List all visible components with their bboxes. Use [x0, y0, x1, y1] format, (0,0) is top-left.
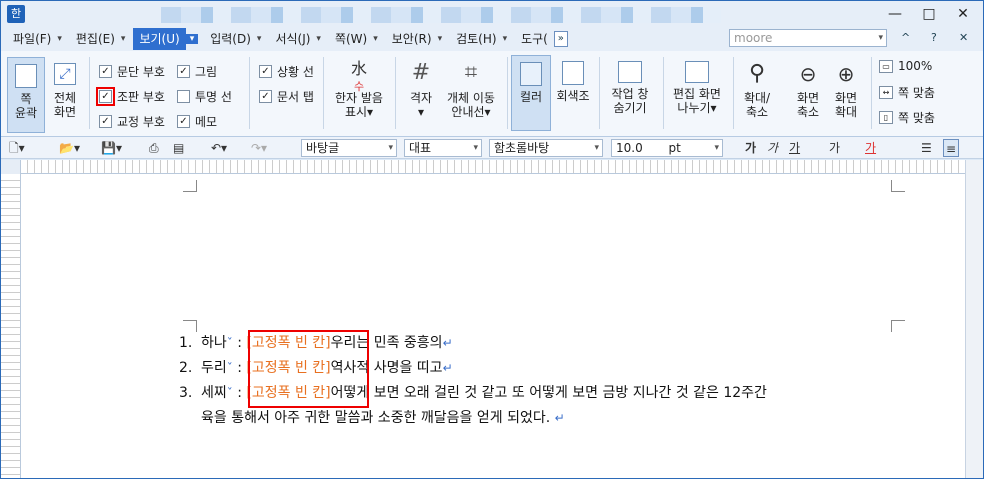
- zoom-out-button[interactable]: ⊖ 화면 축소: [789, 61, 827, 119]
- checkbox-paragraph-marks[interactable]: ✓: [99, 65, 112, 78]
- italic-button[interactable]: 가: [767, 139, 778, 157]
- fit-width-button[interactable]: ↔ 쪽 맞춤: [879, 84, 935, 101]
- color-mode-button[interactable]: 컬러: [511, 55, 551, 131]
- language-select[interactable]: 대표 ▾: [404, 139, 482, 157]
- hide-task-pane-button[interactable]: 작업 창 숨기기: [603, 61, 657, 115]
- menu-tools[interactable]: 도구(: [515, 28, 554, 50]
- check-doc-tab[interactable]: ✓ 문서 탭: [259, 88, 314, 105]
- margin-corner-tl: [183, 180, 197, 192]
- redo-icon[interactable]: ↷▾: [251, 139, 267, 157]
- menu-page[interactable]: 쪽(W): [329, 28, 373, 50]
- blurred-title: [161, 7, 721, 23]
- color-icon: [520, 62, 542, 86]
- align-justify-icon[interactable]: ☰: [921, 139, 932, 157]
- hwp-window: 한 — □ ✕ 파일(F) ▾ 편집(E) ▾ 보기(U) ▾ 입력(D) ▾ 서식(J…: [0, 0, 984, 479]
- checkbox-doc-tab[interactable]: ✓: [259, 90, 272, 103]
- print-icon[interactable]: ⎙: [149, 139, 159, 157]
- grid-button[interactable]: # 격자 ▾: [401, 60, 441, 120]
- menu-edit[interactable]: 편집(E): [70, 28, 121, 50]
- object-guide-icon: ⌗: [464, 60, 478, 85]
- app-icon[interactable]: 한: [7, 5, 25, 23]
- page-outline-icon: [15, 64, 37, 88]
- menu-security[interactable]: 보안(R): [386, 28, 438, 50]
- save-icon[interactable]: 💾▾: [101, 139, 122, 157]
- new-doc-icon[interactable]: 🗋▾: [9, 139, 25, 157]
- title-bar: 한 — □ ✕: [1, 1, 983, 27]
- close-button[interactable]: ✕: [947, 1, 979, 27]
- font-color-button[interactable]: 가: [865, 139, 876, 157]
- font-size-select[interactable]: 10.0 pt ▾: [611, 139, 723, 157]
- help-icon[interactable]: ?: [931, 31, 937, 44]
- vertical-ruler: [1, 174, 21, 478]
- check-status-line[interactable]: ✓ 상황 선: [259, 63, 314, 80]
- checkbox-status-line[interactable]: ✓: [259, 65, 272, 78]
- zoom-out-icon: ⊖: [799, 62, 817, 86]
- grayscale-icon: [562, 61, 584, 85]
- menu-overflow-button[interactable]: »: [553, 31, 568, 47]
- check-transparent-line[interactable]: 투명 선: [177, 88, 232, 105]
- full-screen-button[interactable]: ⤢ 전체 화면: [49, 63, 81, 119]
- document-area[interactable]: 1. 하나ˇ : [고정폭 빈 칸]우리는 민족 중흥의↵ 2. 두리ˇ : [고정…: [21, 174, 965, 478]
- full-screen-icon: ⤢: [54, 63, 76, 85]
- checkbox-transparent-line[interactable]: [177, 90, 190, 103]
- menu-format[interactable]: 서식(J): [269, 28, 316, 50]
- minimize-button[interactable]: —: [879, 1, 911, 27]
- list-item-continuation: 육을 통해서 아주 귀한 말씀과 소중한 깨달음을 얻게 되었다. ↵: [201, 410, 565, 426]
- menu-view[interactable]: 보기(U): [133, 28, 186, 50]
- horizontal-ruler: [21, 160, 965, 174]
- check-picture[interactable]: ✓ 그림: [177, 63, 217, 80]
- fixed-space-highlight: [248, 330, 369, 408]
- magnifier-icon: ⚲: [748, 61, 766, 86]
- menu-insert[interactable]: 입력(D): [204, 28, 257, 50]
- margin-corner-tr: [891, 180, 905, 192]
- check-proof-marks[interactable]: ✓ 교정 부호: [99, 113, 165, 130]
- zoom-100-button[interactable]: ▭ 100%: [879, 59, 932, 73]
- view-ribbon: 쪽 윤곽 ⤢ 전체 화면 ✓ 문단 부호 ✓ 조판 부호 ✓ 교정 부호 ✓ 그림 투명…: [1, 51, 983, 137]
- superscript-button[interactable]: 가: [829, 139, 840, 157]
- check-control-marks[interactable]: ✓ 조판 부호: [96, 87, 165, 106]
- bold-button[interactable]: 가: [745, 139, 756, 157]
- vertical-scrollbar[interactable]: [965, 160, 983, 478]
- zoom-in-icon: ⊕: [837, 62, 855, 86]
- font-select[interactable]: 함초롬바탕 ▾: [489, 139, 603, 157]
- maximize-button[interactable]: □: [913, 1, 945, 27]
- ruler-corner: [1, 160, 21, 174]
- checkbox-proof-marks[interactable]: ✓: [99, 115, 112, 128]
- split-view-button[interactable]: 편집 화면 나누기▾: [667, 61, 727, 115]
- checkbox-memo[interactable]: ✓: [177, 115, 190, 128]
- collapse-ribbon-icon[interactable]: ^: [901, 31, 910, 44]
- menu-file[interactable]: 파일(F): [7, 28, 57, 50]
- check-memo[interactable]: ✓ 메모: [177, 113, 217, 130]
- split-view-icon: [685, 61, 709, 83]
- grid-icon: #: [411, 60, 431, 85]
- grayscale-button[interactable]: 회색조: [553, 61, 593, 103]
- hanja-icon: 水수: [350, 59, 367, 94]
- zoom-in-button[interactable]: ⊕ 화면 확대: [827, 61, 865, 119]
- margin-corner-br: [891, 320, 905, 332]
- page-outline-button[interactable]: 쪽 윤곽: [7, 57, 45, 133]
- style-select[interactable]: 바탕글 ▾: [301, 139, 397, 157]
- hanja-pronunciation-button[interactable]: 水수 한자 발음 표시▾: [329, 59, 389, 120]
- preview-icon[interactable]: ▤: [173, 139, 184, 157]
- fit-width-icon: ↔: [879, 86, 893, 99]
- open-icon[interactable]: 📂▾: [59, 139, 80, 157]
- fit-page-icon: ▯: [879, 111, 893, 124]
- checkbox-control-marks[interactable]: ✓: [96, 87, 115, 106]
- close-doc-icon[interactable]: ✕: [959, 31, 968, 44]
- menu-bar: 파일(F) ▾ 편집(E) ▾ 보기(U) ▾ 입력(D) ▾ 서식(J) ▾ 쪽(W) ▾…: [1, 27, 983, 51]
- checkbox-picture[interactable]: ✓: [177, 65, 190, 78]
- search-input[interactable]: moore ▾: [729, 29, 887, 47]
- underline-button[interactable]: 가: [789, 139, 800, 157]
- zoom-100-icon: ▭: [879, 59, 893, 73]
- task-pane-icon: [618, 61, 642, 83]
- undo-icon[interactable]: ↶▾: [211, 139, 227, 157]
- menu-review[interactable]: 검토(H): [450, 28, 502, 50]
- fit-page-button[interactable]: ▯ 쪽 맞춤: [879, 109, 935, 126]
- align-left-icon[interactable]: ≡: [943, 139, 959, 157]
- format-toolbar: 🗋▾ 📂▾ 💾▾ ⎙ ▤ ↶▾ ↷▾ 바탕글 ▾ 대표 ▾ 함초롬바탕 ▾ 10.0 …: [1, 137, 983, 159]
- object-guide-button[interactable]: ⌗ 개체 이동 안내선▾: [441, 60, 501, 120]
- check-paragraph-marks[interactable]: ✓ 문단 부호: [99, 63, 165, 80]
- zoom-button[interactable]: ⚲ 확대/ 축소: [737, 61, 777, 119]
